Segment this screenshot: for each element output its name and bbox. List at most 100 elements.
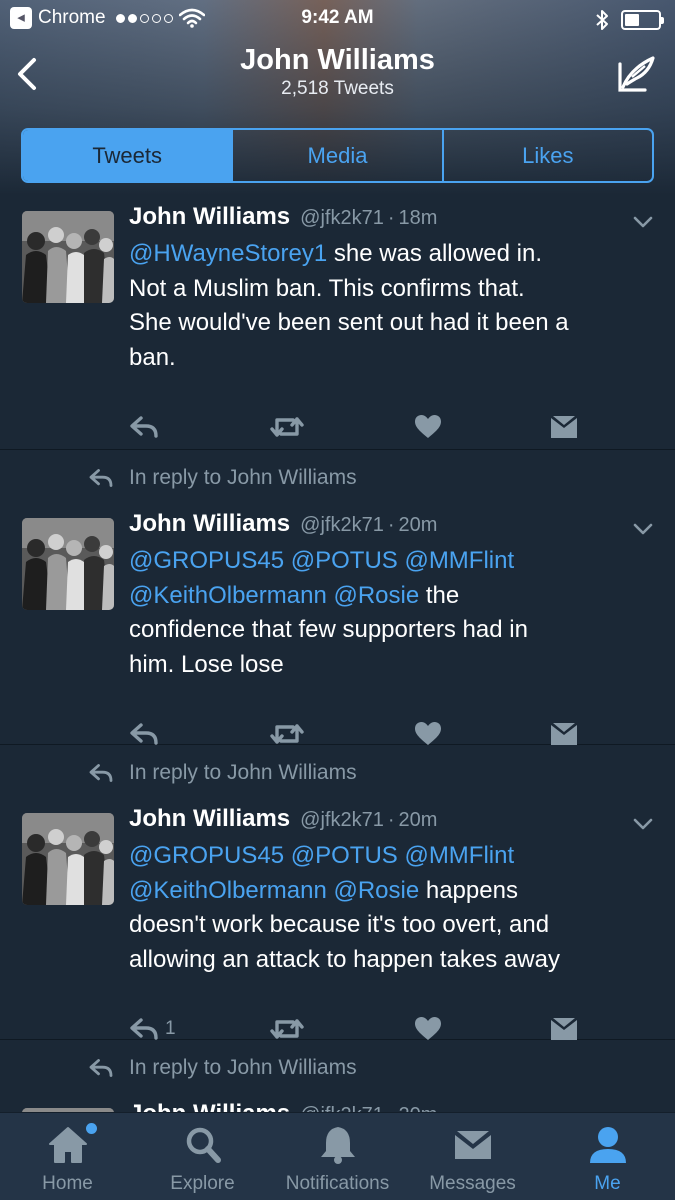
clock: 9:42 AM bbox=[301, 7, 374, 28]
envelope-icon bbox=[549, 721, 579, 747]
direct-message-button[interactable] bbox=[549, 410, 579, 444]
tab-label: Home bbox=[42, 1173, 93, 1194]
separator-dot: · bbox=[388, 1104, 395, 1112]
retweet-button[interactable] bbox=[269, 410, 305, 444]
tweet-text-segment: allowing an attack to happen takes away bbox=[129, 945, 560, 973]
reply-context[interactable]: In reply to John Williams bbox=[88, 466, 357, 490]
tweet-text-segment: ban. bbox=[129, 343, 176, 371]
bell-icon bbox=[316, 1125, 360, 1165]
tweet-text-segment: she was allowed in. bbox=[327, 240, 542, 267]
separator-dot: · bbox=[387, 207, 395, 229]
bottom-tab-bar: Home Explore Notifications Messages Me bbox=[0, 1112, 675, 1200]
mention-link[interactable]: @KeithOlbermann @Rosie bbox=[129, 877, 419, 904]
tweet-text-segment: She would've been sent out had it been a bbox=[129, 309, 569, 336]
reply-context-icon bbox=[88, 1058, 114, 1078]
compose-tweet-icon[interactable] bbox=[615, 52, 659, 96]
mention-link[interactable]: @GROPUS45 @POTUS @MMFlint bbox=[129, 547, 514, 574]
page-title: John Williams bbox=[240, 44, 435, 76]
tweet-time: 20m bbox=[398, 514, 438, 536]
tab-media[interactable]: Media bbox=[233, 130, 444, 181]
tweet-text-segment: the bbox=[419, 581, 460, 609]
tab-label: Explore bbox=[170, 1173, 235, 1194]
tab-notifications[interactable]: Notifications bbox=[270, 1113, 405, 1200]
author-handle[interactable]: @jfk2k71 bbox=[300, 1104, 384, 1112]
tweet-text: @GROPUS45 @POTUS @MMFlint @KeithOlbermann… bbox=[129, 544, 659, 682]
mention-link[interactable]: @GROPUS45 @POTUS @MMFlint bbox=[129, 842, 514, 869]
avatar[interactable] bbox=[22, 813, 114, 905]
bluetooth-icon bbox=[596, 10, 608, 30]
tab-likes[interactable]: Likes bbox=[444, 130, 652, 181]
reply-context-label: In reply to John Williams bbox=[129, 466, 357, 489]
tab-label: Me bbox=[594, 1173, 621, 1194]
tweet-text-segment: confidence that few supporters had in bbox=[129, 616, 528, 643]
tweet-header: John Williams @jfk2k71 · 20m bbox=[129, 1100, 437, 1112]
heart-icon bbox=[414, 721, 442, 747]
author-name[interactable]: John Williams bbox=[129, 510, 290, 538]
reply-context-label: In reply to John Williams bbox=[129, 1056, 357, 1079]
mention-link[interactable]: @HWayneStorey1 bbox=[129, 240, 327, 267]
person-icon bbox=[586, 1125, 630, 1165]
tweet-header: John Williams @jfk2k71 · 18m bbox=[129, 203, 437, 231]
tab-explore[interactable]: Explore bbox=[135, 1113, 270, 1200]
heart-icon bbox=[414, 1016, 442, 1042]
tab-label: Messages bbox=[429, 1173, 516, 1194]
tab-label: Notifications bbox=[285, 1173, 390, 1194]
tab-messages[interactable]: Messages bbox=[405, 1113, 540, 1200]
home-icon bbox=[46, 1125, 90, 1165]
tweet-time: 18m bbox=[398, 207, 438, 229]
author-name[interactable]: John Williams bbox=[129, 1100, 290, 1112]
author-handle[interactable]: @jfk2k71 bbox=[300, 809, 384, 832]
tweet-timeline[interactable]: John Williams @jfk2k71 · 18m @HWayneStor… bbox=[0, 195, 675, 1112]
retweet-icon bbox=[269, 722, 305, 746]
envelope-icon bbox=[451, 1125, 495, 1165]
nav-bar: John Williams 2,518 Tweets bbox=[0, 38, 675, 116]
author-handle[interactable]: @jfk2k71 bbox=[300, 514, 384, 537]
chevron-down-icon[interactable] bbox=[633, 817, 653, 830]
tab-home[interactable]: Home bbox=[0, 1113, 135, 1200]
reply-icon bbox=[129, 1017, 159, 1041]
reply-button[interactable] bbox=[129, 410, 165, 444]
tweet-header: John Williams @jfk2k71 · 20m bbox=[129, 805, 437, 833]
author-name[interactable]: John Williams bbox=[129, 203, 290, 231]
chevron-down-icon[interactable] bbox=[633, 522, 653, 535]
tweet-text: @HWayneStorey1 she was allowed in. Not a … bbox=[129, 237, 659, 375]
tweet-time: 20m bbox=[399, 1104, 438, 1112]
tweet[interactable]: John Williams @jfk2k71 · 18m @HWayneStor… bbox=[0, 195, 675, 450]
reply-context[interactable]: In reply to John Williams bbox=[88, 761, 357, 785]
retweet-icon bbox=[269, 1017, 305, 1041]
chevron-down-icon[interactable] bbox=[633, 215, 653, 228]
tweet-text-segment: him. Lose lose bbox=[129, 650, 284, 678]
mention-link[interactable]: @KeithOlbermann @Rosie bbox=[129, 582, 419, 609]
tab-me[interactable]: Me bbox=[540, 1113, 675, 1200]
tab-tweets[interactable]: Tweets bbox=[23, 130, 234, 181]
tweet-header: John Williams @jfk2k71 · 20m bbox=[129, 510, 437, 538]
avatar[interactable] bbox=[22, 518, 114, 610]
reply-icon bbox=[129, 415, 159, 439]
separator-dot: · bbox=[387, 514, 395, 536]
heart-icon bbox=[414, 414, 442, 440]
like-button[interactable] bbox=[414, 410, 442, 444]
envelope-icon bbox=[549, 414, 579, 440]
tweet-text-segment: doesn't work because it's too overt, and bbox=[129, 911, 550, 938]
reply-count: 1 bbox=[165, 1018, 176, 1039]
battery-icon bbox=[621, 10, 664, 30]
tweet-time: 20m bbox=[398, 809, 438, 831]
separator-dot: · bbox=[387, 809, 395, 831]
tweet-count: 2,518 Tweets bbox=[281, 78, 394, 99]
reply-context-icon bbox=[88, 468, 114, 488]
author-name[interactable]: John Williams bbox=[129, 805, 290, 833]
battery-level bbox=[625, 14, 640, 26]
avatar[interactable] bbox=[22, 211, 114, 303]
tweet[interactable]: In reply to John Williams John Williams … bbox=[0, 745, 675, 1040]
reply-context[interactable]: In reply to John Williams bbox=[88, 1056, 357, 1080]
tweet[interactable]: In reply to John Williams John Williams … bbox=[0, 1040, 675, 1112]
tweet[interactable]: In reply to John Williams John Williams … bbox=[0, 450, 675, 745]
search-icon bbox=[181, 1125, 225, 1165]
tweet-text: @GROPUS45 @POTUS @MMFlint @KeithOlbermann… bbox=[129, 839, 659, 977]
reply-icon bbox=[129, 722, 159, 746]
envelope-icon bbox=[549, 1016, 579, 1042]
status-bar: ◂ Chrome 9:42 AM bbox=[0, 0, 675, 38]
retweet-icon bbox=[269, 415, 305, 439]
author-handle[interactable]: @jfk2k71 bbox=[300, 207, 384, 230]
reply-context-label: In reply to John Williams bbox=[129, 761, 357, 784]
